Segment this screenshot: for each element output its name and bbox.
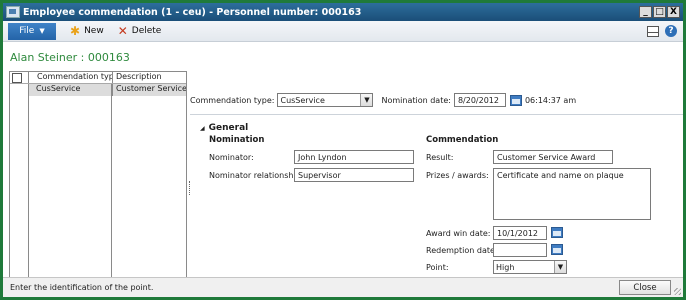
prizes-awards-textarea[interactable]: Certificate and name on plaque	[493, 168, 651, 220]
calendar-icon[interactable]	[551, 244, 563, 255]
column-header-description[interactable]: Description	[112, 72, 186, 83]
collapse-triangle-icon: ◢	[200, 124, 205, 132]
commendation-list: Commendation type Description CusService…	[9, 71, 187, 296]
delete-label: Delete	[131, 26, 162, 36]
list-header: Commendation type Description	[10, 72, 186, 84]
nominator-field[interactable]: John Lyndon	[294, 150, 414, 164]
fasttab-general[interactable]: ◢ General	[200, 123, 248, 133]
nomination-date-label: Nomination date:	[381, 95, 451, 105]
column-header-commendation-type[interactable]: Commendation type	[28, 72, 112, 83]
fasttab-general-title: General	[208, 123, 249, 133]
commendation-type-value: CusService	[280, 95, 325, 105]
select-all-checkbox[interactable]	[12, 73, 22, 83]
new-label: New	[84, 26, 104, 36]
x-icon: ✕	[117, 24, 128, 38]
prizes-awards-label: Prizes / awards:	[426, 171, 489, 180]
application-window: Employee commendation (1 - ceu) - Person…	[0, 0, 686, 300]
result-label: Result:	[426, 153, 454, 162]
form-content: File ▼ ✱ New ✕ Delete ? Alan Steiner : 0…	[3, 21, 683, 297]
help-icon[interactable]: ?	[665, 25, 677, 37]
file-menu-button[interactable]: File ▼	[8, 22, 56, 40]
cell-commendation-type: CusService	[36, 84, 81, 93]
status-message: Enter the identification of the point.	[10, 283, 154, 292]
new-button[interactable]: ✱ New	[70, 24, 104, 38]
nominator-relationship-label: Nominator relationship:	[209, 171, 304, 180]
resize-grip-icon[interactable]	[674, 288, 681, 295]
window-controls: _ □ X	[639, 6, 680, 18]
commendation-type-label: Commendation type:	[190, 95, 275, 105]
result-field[interactable]: Customer Service Award	[493, 150, 613, 164]
column-divider	[28, 84, 29, 284]
minimize-button[interactable]: _	[639, 6, 652, 18]
point-label: Point:	[426, 263, 449, 272]
chevron-down-icon: ▼	[39, 27, 45, 35]
header-fields: Commendation type: CusService ▼ Nominati…	[190, 93, 576, 107]
close-button[interactable]: Close	[619, 280, 671, 295]
window-title: Employee commendation (1 - ceu) - Person…	[23, 6, 362, 18]
chevron-down-icon[interactable]: ▼	[554, 261, 566, 273]
form-window-icon	[6, 6, 20, 18]
nomination-heading: Nomination	[209, 135, 265, 145]
nominator-label: Nominator:	[209, 153, 254, 162]
redemption-date-label: Redemption date:	[426, 246, 498, 255]
calendar-icon[interactable]	[551, 227, 563, 238]
status-bar: Enter the identification of the point. C…	[3, 277, 683, 297]
nominator-relationship-field[interactable]: Supervisor	[294, 168, 414, 182]
divider	[190, 114, 683, 115]
chevron-down-icon[interactable]: ▼	[360, 94, 373, 106]
calendar-icon[interactable]	[509, 94, 522, 106]
star-icon: ✱	[70, 24, 81, 38]
detail-pane: Commendation type: CusService ▼ Nominati…	[190, 71, 683, 296]
delete-button[interactable]: ✕ Delete	[117, 24, 162, 38]
nomination-date-field[interactable]: 8/20/2012	[453, 93, 506, 107]
page-title: Alan Steiner : 000163	[10, 51, 130, 64]
title-bar: Employee commendation (1 - ceu) - Person…	[3, 3, 683, 21]
list-item[interactable]: CusService Customer Service	[28, 84, 186, 96]
commendation-heading: Commendation	[426, 135, 499, 145]
point-value: High	[496, 262, 515, 272]
maximize-button[interactable]: □	[653, 6, 666, 18]
close-window-button[interactable]: X	[667, 6, 680, 18]
action-pane: File ▼ ✱ New ✕ Delete ?	[3, 21, 683, 42]
layout-icon[interactable]	[647, 25, 659, 37]
cell-description: Customer Service	[112, 84, 186, 96]
redemption-date-field[interactable]	[493, 243, 547, 257]
column-divider	[111, 84, 112, 284]
point-select[interactable]: High ▼	[493, 260, 567, 274]
file-label: File	[19, 26, 35, 36]
award-win-date-field[interactable]: 10/1/2012	[493, 226, 547, 240]
nomination-time-value[interactable]: 06:14:37 am	[525, 96, 576, 105]
award-win-date-label: Award win date:	[426, 229, 491, 238]
commendation-type-select[interactable]: CusService ▼	[277, 93, 374, 107]
ribbon-right-tools: ?	[647, 25, 677, 37]
